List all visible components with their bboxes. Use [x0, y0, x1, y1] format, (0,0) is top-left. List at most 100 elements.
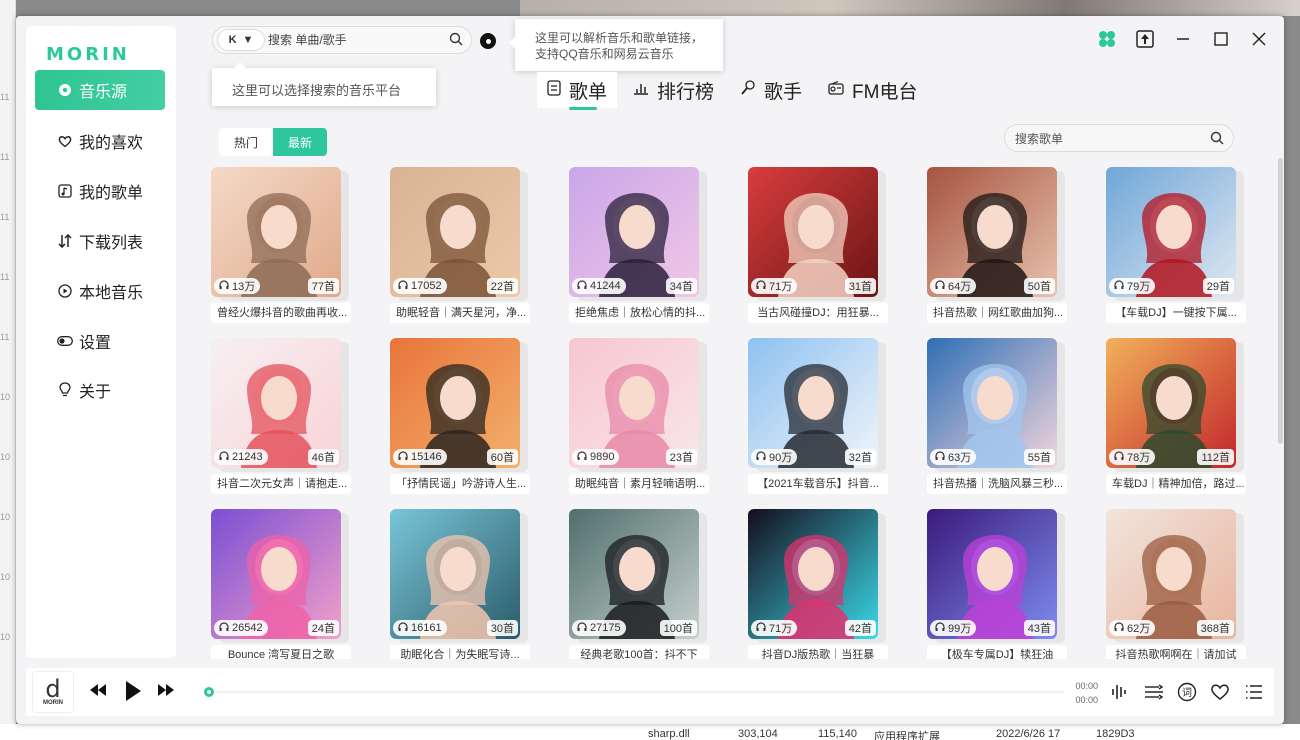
playlist-card[interactable]: 64万 50首 抖音热歌｜网红歌曲加狗...	[927, 167, 1067, 332]
search-icon[interactable]	[449, 32, 463, 51]
search-input[interactable]	[268, 30, 438, 50]
playlist-card[interactable]: 13万 77首 曾经火爆抖音的歌曲再收...	[211, 167, 351, 332]
playlist-title[interactable]: 当古风碰撞DJ：用狂暴...	[748, 303, 888, 323]
playlist-title[interactable]: 抖音二次元女声｜请抱走...	[211, 474, 351, 494]
sidebar-item[interactable]: 本地音乐	[35, 271, 165, 311]
download-icon	[57, 233, 73, 249]
sound-effect-icon[interactable]	[1108, 680, 1132, 704]
sidebar-item[interactable]: 设置	[35, 321, 165, 361]
song-count: 42首	[844, 620, 876, 636]
music-source-select[interactable]: K ▼	[218, 30, 264, 50]
playlist-queue-icon[interactable]	[1242, 680, 1266, 704]
chevron-down-icon: ▼	[242, 34, 254, 46]
play-count-value: 99万	[948, 623, 972, 635]
mini-mode-icon[interactable]	[1134, 28, 1156, 50]
minimize-icon[interactable]	[1172, 28, 1194, 50]
singer-icon	[740, 80, 756, 100]
sidebar-item[interactable]: 我的喜欢	[35, 121, 165, 161]
sidebar-item[interactable]: 我的歌单	[35, 171, 165, 211]
playlist-title[interactable]: 曾经火爆抖音的歌曲再收...	[211, 303, 351, 323]
desktop-label: 10	[0, 512, 11, 522]
parse-link-icon[interactable]	[480, 33, 496, 49]
playlist-card[interactable]: 78万 112首 车载DJ｜精神加倍，路过...	[1106, 338, 1246, 503]
playlist-card[interactable]: 9890 23首 助眠纯音｜素月轻喃语明...	[569, 338, 709, 503]
playlist-card[interactable]: 17052 22首 助眠轻音｜满天星河，净...	[390, 167, 530, 332]
playlist-title[interactable]: 【2021车载音乐】抖音...	[748, 474, 888, 494]
song-count: 24首	[307, 620, 339, 636]
next-icon[interactable]	[156, 682, 176, 703]
headphone-icon	[756, 621, 766, 635]
play-icon[interactable]	[124, 680, 142, 707]
settings-toggle-icon	[57, 333, 73, 349]
playlist-title[interactable]: 抖音热歌啊啊在｜请加试	[1106, 645, 1246, 659]
playlist-title[interactable]: 拒绝焦虑｜放松心情的抖...	[569, 303, 709, 323]
playlist-card[interactable]: 26542 24首 Bounce 湾写夏日之歌	[211, 509, 351, 659]
playlist-search-input[interactable]	[1015, 129, 1195, 149]
desktop-file-row: sharp.dll 303,104 115,140 应用程序扩展 2022/6/…	[0, 724, 1300, 740]
sidebar-item[interactable]: 音乐源	[35, 70, 165, 110]
playlist-title[interactable]: 【车载DJ】一键按下属...	[1106, 303, 1246, 323]
playlist-title[interactable]: 「抒情民谣」吟游诗人生...	[390, 474, 530, 494]
play-count: 27175	[572, 620, 626, 636]
close-icon[interactable]	[1248, 28, 1270, 50]
playlist-card[interactable]: 63万 55首 抖音热播｜洗脑风暴三秒...	[927, 338, 1067, 503]
sidebar-item[interactable]: 下载列表	[35, 221, 165, 261]
song-count: 31首	[844, 278, 876, 294]
tab-item[interactable]: 歌单	[537, 72, 618, 110]
playlist-card[interactable]: 79万 29首 【车载DJ】一键按下属...	[1106, 167, 1246, 332]
scrollbar[interactable]	[1278, 158, 1283, 444]
playlist-card[interactable]: 41244 34首 拒绝焦虑｜放松心情的抖...	[569, 167, 709, 332]
playlist-card[interactable]: 16161 30首 助眠化合｜为失眠写诗...	[390, 509, 530, 659]
sidebar-item[interactable]: 关于	[35, 370, 165, 410]
maximize-icon[interactable]	[1210, 28, 1232, 50]
sidebar-item-label: 下载列表	[79, 235, 144, 252]
sidebar-item-label: 关于	[79, 384, 112, 401]
song-count: 46首	[307, 449, 339, 465]
playlist-title[interactable]: 抖音热歌｜网红歌曲加狗...	[927, 303, 1067, 323]
playlist-title[interactable]: 【极车专属DJ】犊狂油	[927, 645, 1067, 659]
play-count: 21243	[214, 449, 268, 465]
playlist-title[interactable]: 助眠纯音｜素月轻喃语明...	[569, 474, 709, 494]
skin-icon[interactable]	[1096, 28, 1118, 50]
filter-hot[interactable]: 热门	[219, 128, 273, 156]
playlist-title[interactable]: 经典老歌100首：抖不下	[569, 645, 709, 659]
progress-knob[interactable]	[204, 687, 214, 697]
playlist-card[interactable]: 71万 31首 当古风碰撞DJ：用狂暴...	[748, 167, 888, 332]
playlist-title[interactable]: 抖音DJ版热歌｜当狂暴	[748, 645, 888, 659]
playlist-card[interactable]: 21243 46首抖音二次元女声｜请抱走...	[211, 338, 351, 503]
search-box: K ▼	[212, 26, 472, 54]
search-icon[interactable]	[1210, 131, 1224, 150]
playlist-card[interactable]: 27175 100首 经典老歌100首：抖不下	[569, 509, 709, 659]
playlist-card[interactable]: 62万 368首 抖音热歌啊啊在｜请加试	[1106, 509, 1246, 659]
playlist-card[interactable]: 99万 43首 【极车专属DJ】犊狂油	[927, 509, 1067, 659]
playlist-title[interactable]: Bounce 湾写夏日之歌	[211, 645, 351, 659]
previous-icon[interactable]	[88, 682, 108, 703]
sidebar: MORIN 音乐源 我的喜欢 我的歌单 下载列表 本地音乐 设置 关于	[26, 26, 176, 658]
playlist-card[interactable]: 90万 32首 【2021车载音乐】抖音...	[748, 338, 888, 503]
desktop-label: 10	[0, 632, 11, 642]
tab-item[interactable]: 歌手	[730, 72, 812, 108]
playlist-card[interactable]: 71万 42首 抖音DJ版热歌｜当狂暴	[748, 509, 888, 659]
playlist-card[interactable]: 15146 60首 「抒情民谣」吟游诗人生...	[390, 338, 530, 503]
playlist-title[interactable]: 助眠轻音｜满天星河，净...	[390, 303, 530, 323]
file-size-b: 115,140	[818, 728, 857, 740]
now-playing-cover[interactable]: d MORIN	[32, 671, 74, 713]
progress-bar[interactable]	[204, 687, 1064, 697]
filter-latest[interactable]: 最新	[273, 128, 327, 156]
headphone-icon	[398, 450, 408, 464]
playlist-title[interactable]: 抖音热播｜洗脑风暴三秒...	[927, 474, 1067, 494]
play-count: 9890	[572, 449, 620, 465]
tab-label: 排行榜	[657, 81, 715, 103]
heart-icon[interactable]	[1208, 680, 1232, 704]
tab-item[interactable]: FM电台	[818, 72, 927, 108]
svg-text:词: 词	[1182, 687, 1192, 699]
play-count: 79万	[1109, 278, 1156, 294]
song-count: 112首	[1197, 449, 1234, 465]
play-count-value: 63万	[948, 452, 972, 464]
tab-item[interactable]: 排行榜	[623, 72, 724, 108]
playlist-title[interactable]: 车载DJ｜精神加倍，路过...	[1106, 474, 1246, 494]
current-time: 00:00	[1075, 681, 1098, 691]
playlist-title[interactable]: 助眠化合｜为失眠写诗...	[390, 645, 530, 659]
play-mode-icon[interactable]	[1142, 680, 1166, 704]
lyrics-icon[interactable]: 词	[1175, 680, 1199, 704]
